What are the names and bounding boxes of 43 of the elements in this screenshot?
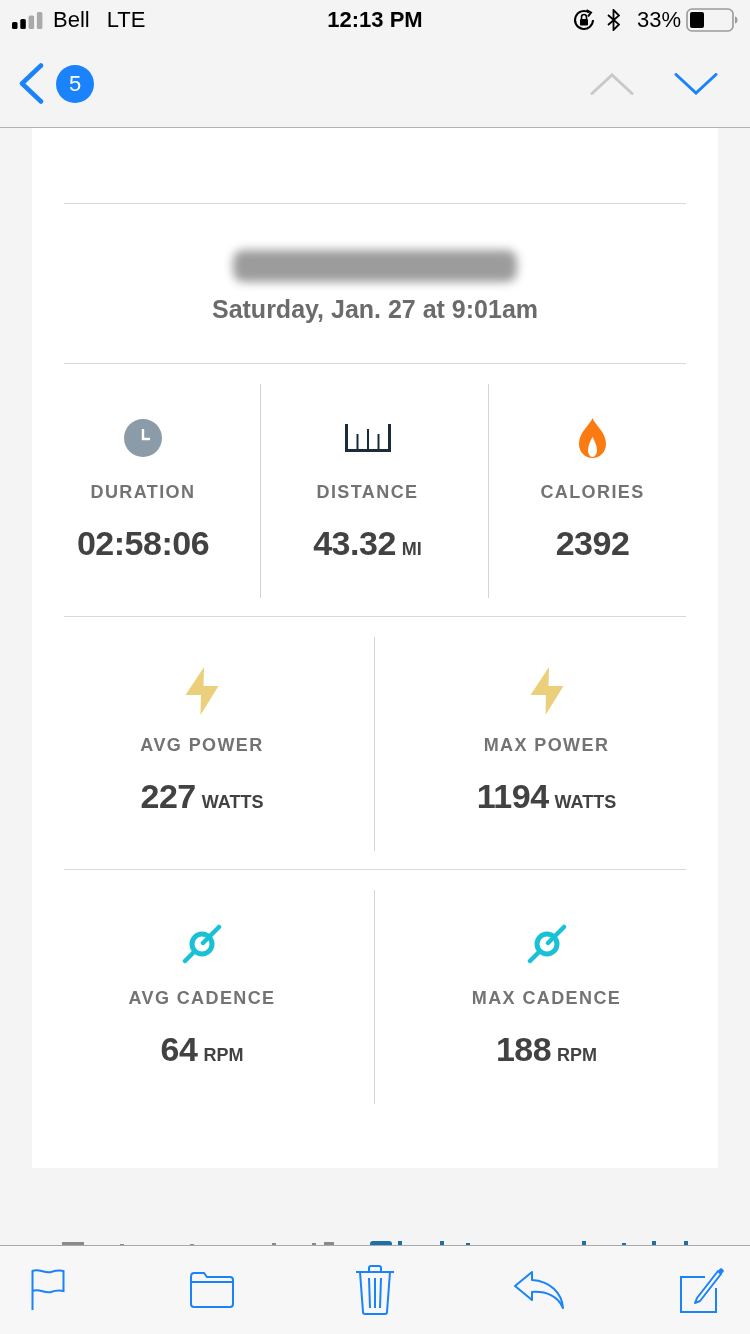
signal-strength-icon: [12, 11, 43, 29]
stat-label: DURATION: [90, 481, 196, 503]
stat-value: 2392: [555, 523, 630, 563]
stat-unit: RPM: [203, 1044, 244, 1066]
bluetooth-icon: [606, 9, 620, 31]
unread-count-badge: 5: [56, 64, 94, 103]
ruler-icon: [344, 424, 391, 452]
folder-icon: [189, 1272, 234, 1308]
lightning-bolt-icon: [529, 667, 564, 715]
stat-label: DISTANCE: [316, 481, 419, 503]
stat-unit: RPM: [557, 1044, 598, 1066]
compose-icon: [679, 1267, 725, 1313]
clock-icon: [124, 419, 162, 457]
flame-icon: [579, 418, 606, 458]
carrier-name: Bell: [53, 7, 90, 33]
reply-arrow-icon: [513, 1271, 564, 1309]
stat-value: 188: [495, 1029, 552, 1069]
clock-time: 12:13 PM: [327, 7, 423, 33]
stat-label: CALORIES: [540, 481, 645, 503]
stat-label: MAX POWER: [483, 734, 610, 756]
lightning-bolt-icon: [185, 667, 219, 715]
stat-value: 64: [160, 1029, 198, 1069]
back-button[interactable]: 5: [16, 61, 96, 106]
workout-date: Saturday, Jan. 27 at 9:01am: [211, 294, 539, 324]
chevron-left-icon: [18, 63, 44, 104]
stat-unit: MI: [401, 538, 422, 560]
stat-label: AVG POWER: [140, 734, 264, 756]
flag-icon: [31, 1269, 65, 1311]
stat-value: 227: [140, 776, 196, 816]
stat-label: AVG CADENCE: [128, 987, 276, 1009]
trash-icon: [355, 1265, 395, 1315]
crank-icon: [182, 924, 222, 964]
stat-label: MAX CADENCE: [471, 987, 622, 1009]
stat-unit: WATTS: [554, 791, 617, 813]
battery-percentage: 33%: [636, 7, 681, 33]
stat-value: 02:58:06: [76, 523, 210, 563]
orientation-lock-icon: [571, 8, 596, 32]
stat-unit: WATTS: [201, 791, 264, 813]
stat-value: 1194: [476, 776, 549, 816]
crank-icon: [526, 924, 567, 964]
battery-icon: [686, 8, 738, 32]
stat-value: 43.32: [313, 523, 396, 563]
network-type: LTE: [106, 7, 146, 33]
